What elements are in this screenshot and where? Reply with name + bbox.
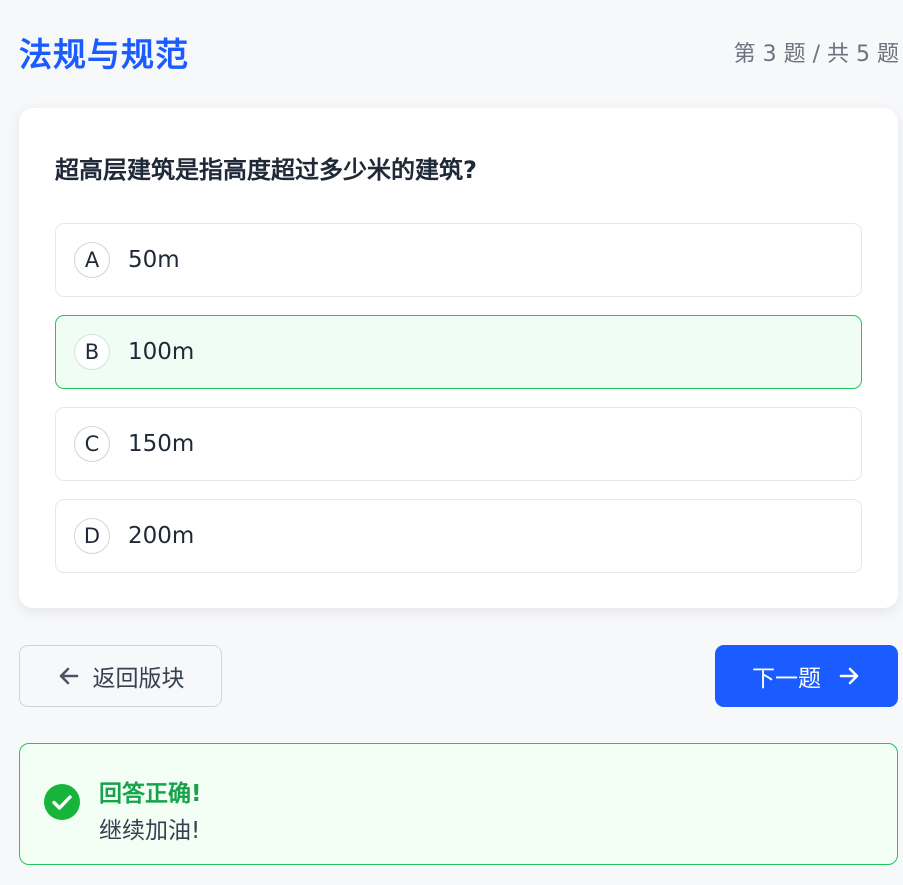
feedback-title: 回答正确! bbox=[99, 781, 202, 807]
header: 法规与规范 第 3 题 / 共 5 题 bbox=[19, 30, 899, 74]
question-text: 超高层建筑是指高度超过多少米的建筑? bbox=[55, 156, 477, 184]
option-c[interactable]: C 150m bbox=[55, 407, 862, 481]
back-to-section-button[interactable]: 返回版块 bbox=[19, 645, 222, 707]
option-letter: A bbox=[74, 242, 110, 278]
option-letter: D bbox=[74, 518, 110, 554]
quiz-page: 法规与规范 第 3 题 / 共 5 题 超高层建筑是指高度超过多少米的建筑? A… bbox=[0, 0, 903, 885]
answer-feedback: 回答正确! 继续加油! bbox=[19, 743, 898, 865]
check-circle-icon bbox=[44, 784, 80, 820]
option-text: 100m bbox=[128, 339, 195, 365]
option-d[interactable]: D 200m bbox=[55, 499, 862, 573]
feedback-subtitle: 继续加油! bbox=[99, 818, 201, 844]
option-letter: C bbox=[74, 426, 110, 462]
next-button-label: 下一题 bbox=[752, 666, 821, 692]
option-text: 50m bbox=[128, 247, 180, 273]
question-card: 超高层建筑是指高度超过多少米的建筑? A 50m B 100m C 150m D… bbox=[19, 108, 898, 608]
option-text: 200m bbox=[128, 523, 195, 549]
question-progress: 第 3 题 / 共 5 题 bbox=[733, 42, 899, 67]
next-question-button[interactable]: 下一题 bbox=[715, 645, 898, 707]
option-a[interactable]: A 50m bbox=[55, 223, 862, 297]
option-text: 150m bbox=[128, 431, 195, 457]
section-title: 法规与规范 bbox=[19, 35, 189, 74]
option-letter: B bbox=[74, 334, 110, 370]
back-button-label: 返回版块 bbox=[92, 666, 185, 692]
arrow-right-icon bbox=[839, 667, 859, 685]
option-b[interactable]: B 100m bbox=[55, 315, 862, 389]
arrow-left-icon bbox=[59, 667, 78, 685]
